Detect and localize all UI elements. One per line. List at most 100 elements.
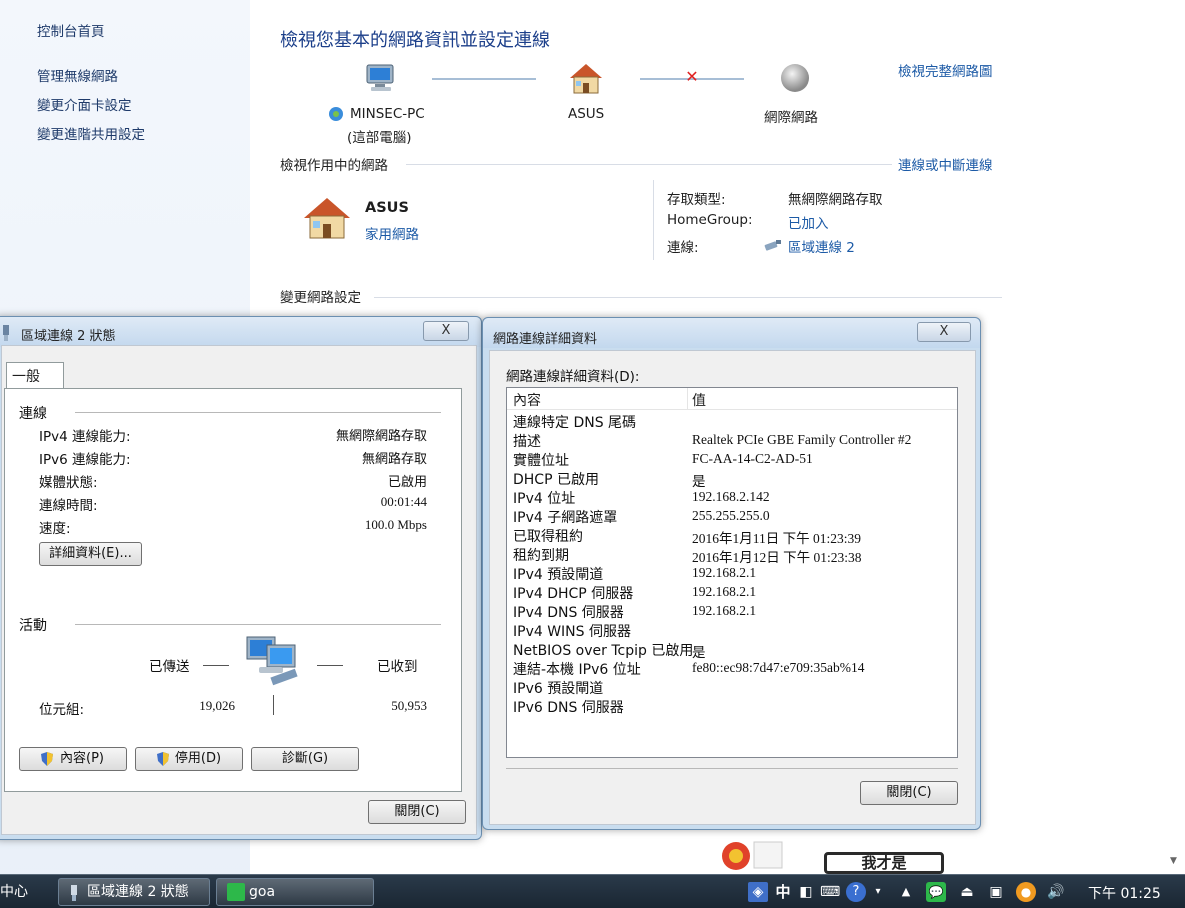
status-dialog-close-x[interactable]: X: [423, 321, 469, 341]
usb-safely-remove-icon[interactable]: ⏏: [957, 882, 977, 902]
detail-row-value[interactable]: 是: [692, 470, 706, 490]
detail-row-property[interactable]: 連結-本機 IPv6 位址: [513, 659, 641, 679]
full-half-width-icon[interactable]: ◧: [796, 882, 816, 902]
detail-row-property[interactable]: IPv6 DNS 伺服器: [513, 697, 624, 717]
tab-general[interactable]: 一般: [6, 362, 64, 389]
network-adapter-icon: [1, 325, 11, 341]
network-tray-icon[interactable]: ▣: [986, 882, 1006, 902]
column-divider[interactable]: [687, 388, 688, 410]
dropdown-icon[interactable]: ▾: [868, 882, 888, 902]
sidebar-item-change-adapter[interactable]: 變更介面卡設定: [37, 94, 132, 114]
properties-button[interactable]: 內容(P): [19, 747, 127, 771]
volume-icon[interactable]: 🔊: [1046, 882, 1066, 902]
homegroup-value-link[interactable]: 已加入: [788, 212, 829, 232]
detail-row-property[interactable]: DHCP 已啟用: [513, 469, 599, 489]
divider: [75, 624, 441, 625]
ethernet-icon: [763, 237, 783, 251]
sidebar-item-advanced-sharing[interactable]: 變更進階共用設定: [37, 123, 145, 143]
detail-row-property[interactable]: IPv4 DNS 伺服器: [513, 602, 624, 622]
activity-group-label: 活動: [19, 618, 47, 634]
scroll-down-arrow[interactable]: ▼: [1170, 856, 1177, 866]
shield-icon: [40, 751, 54, 767]
taskbar-item-goa[interactable]: goa: [216, 878, 374, 906]
details-dialog-title: 網路連線詳細資料: [493, 332, 598, 347]
detail-row-property[interactable]: 已取得租約: [513, 526, 583, 546]
bytes-label: 位元組:: [39, 702, 85, 718]
media-state-label: 媒體狀態:: [39, 475, 98, 491]
app-tray-icon[interactable]: ●: [1016, 882, 1036, 902]
clock[interactable]: 下午 01:25: [1088, 883, 1161, 903]
connection-link[interactable]: 區域連線 2: [788, 236, 855, 256]
properties-button-label: 內容(P): [60, 751, 104, 766]
detail-row-value[interactable]: 2016年1月11日 下午 01:23:39: [692, 527, 861, 547]
ad-popup-bubble[interactable]: 我才是: [824, 852, 944, 874]
network-type-link[interactable]: 家用網路: [365, 223, 419, 243]
divider: [75, 412, 441, 413]
detail-row-value[interactable]: 192.168.2.1: [692, 584, 756, 600]
link-line-pc-router: [432, 78, 536, 80]
detail-row-property[interactable]: 描述: [513, 431, 541, 451]
details-listview[interactable]: 內容 值 連線特定 DNS 尾碼 描述 Realtek PCIe GBE Famil…: [506, 387, 958, 758]
show-hidden-icons[interactable]: ▲: [896, 882, 916, 902]
detail-row-property[interactable]: IPv4 預設閘道: [513, 564, 603, 584]
speed-label: 速度:: [39, 521, 71, 537]
divider: [374, 297, 1002, 298]
detail-row-value[interactable]: 2016年1月12日 下午 01:23:38: [692, 546, 862, 566]
speed-value: 100.0 Mbps: [364, 517, 427, 532]
ipv6-connectivity-value: 無網路存取: [361, 452, 427, 467]
detail-row-value[interactable]: 255.255.255.0: [692, 508, 770, 524]
taskbar-item-status-dialog[interactable]: 區域連線 2 狀態: [58, 878, 210, 906]
detail-row-property[interactable]: IPv6 預設閘道: [513, 678, 603, 698]
globe-icon: [779, 62, 811, 94]
detail-row-value[interactable]: 是: [692, 641, 706, 661]
sidebar-item-control-panel-home[interactable]: 控制台首頁: [37, 20, 105, 40]
media-state-value: 已啟用: [387, 475, 427, 490]
keyboard-icon[interactable]: ⌨: [820, 882, 840, 902]
detail-row-value[interactable]: fe80::ec98:7d47:e709:35ab%14: [692, 660, 864, 676]
divider: [406, 164, 892, 165]
detail-row-value[interactable]: 192.168.2.1: [692, 603, 756, 619]
detail-row-property[interactable]: IPv4 位址: [513, 488, 575, 508]
column-header-property[interactable]: 內容: [513, 390, 541, 410]
view-full-map-link[interactable]: 檢視完整網路圖: [898, 60, 993, 80]
duration-label: 連線時間:: [39, 498, 98, 514]
change-settings-heading: 變更網路設定: [280, 290, 361, 306]
details-dialog-close-x[interactable]: X: [917, 322, 971, 342]
status-dialog-client: 一般 連線 IPv4 連線能力: 無網際網路存取 IPv6 連線能力: 無網路存…: [1, 345, 477, 835]
taskbar-item-partial[interactable]: 中心: [0, 881, 28, 901]
received-line: [317, 665, 343, 666]
vertical-divider: [653, 180, 654, 260]
sidebar-item-manage-wireless[interactable]: 管理無線網路: [37, 65, 118, 85]
column-header-value[interactable]: 值: [692, 390, 706, 410]
detail-row-property[interactable]: 租約到期: [513, 545, 569, 565]
detail-row-property[interactable]: IPv4 DHCP 伺服器: [513, 583, 633, 603]
ipv6-connectivity-label: IPv6 連線能力:: [39, 452, 131, 468]
detail-row-property[interactable]: NetBIOS over Tcpip 已啟用: [513, 640, 693, 660]
taskbar-item-goa-label: goa: [249, 884, 276, 900]
home-router-icon: [568, 62, 604, 96]
chat-app-icon[interactable]: 💬: [926, 882, 946, 902]
detail-row-value[interactable]: 192.168.2.142: [692, 489, 770, 505]
detail-row-property[interactable]: 連線特定 DNS 尾碼: [513, 412, 636, 432]
detail-row-property[interactable]: IPv4 子網路遮罩: [513, 507, 617, 527]
disable-button[interactable]: 停用(D): [135, 747, 243, 771]
detail-row-property[interactable]: 實體位址: [513, 450, 569, 470]
detail-row-value[interactable]: FC-AA-14-C2-AD-51: [692, 451, 813, 467]
detail-row-property[interactable]: IPv4 WINS 伺服器: [513, 621, 631, 641]
input-method-icon[interactable]: ◈: [748, 882, 768, 902]
status-dialog-title: 區域連線 2 狀態: [21, 329, 116, 344]
detail-row-value[interactable]: 192.168.2.1: [692, 565, 756, 581]
app-icon: [227, 883, 245, 901]
details-list-label: 網路連線詳細資料(D):: [506, 369, 640, 385]
divider: [506, 768, 958, 769]
status-close-button[interactable]: 關閉(C): [368, 800, 466, 824]
detail-row-value[interactable]: Realtek PCIe GBE Family Controller #2: [692, 432, 911, 448]
help-icon[interactable]: ?: [846, 882, 866, 902]
details-button[interactable]: 詳細資料(E)...: [39, 542, 142, 566]
connect-disconnect-link[interactable]: 連線或中斷連線: [898, 154, 993, 174]
ime-mode-indicator[interactable]: 中: [773, 882, 793, 902]
diagnose-button[interactable]: 診斷(G): [251, 747, 359, 771]
ipv4-connectivity-value: 無網際網路存取: [335, 429, 427, 444]
details-close-button[interactable]: 關閉(C): [860, 781, 958, 805]
page-title: 檢視您基本的網路資訊並設定連線: [280, 30, 550, 51]
